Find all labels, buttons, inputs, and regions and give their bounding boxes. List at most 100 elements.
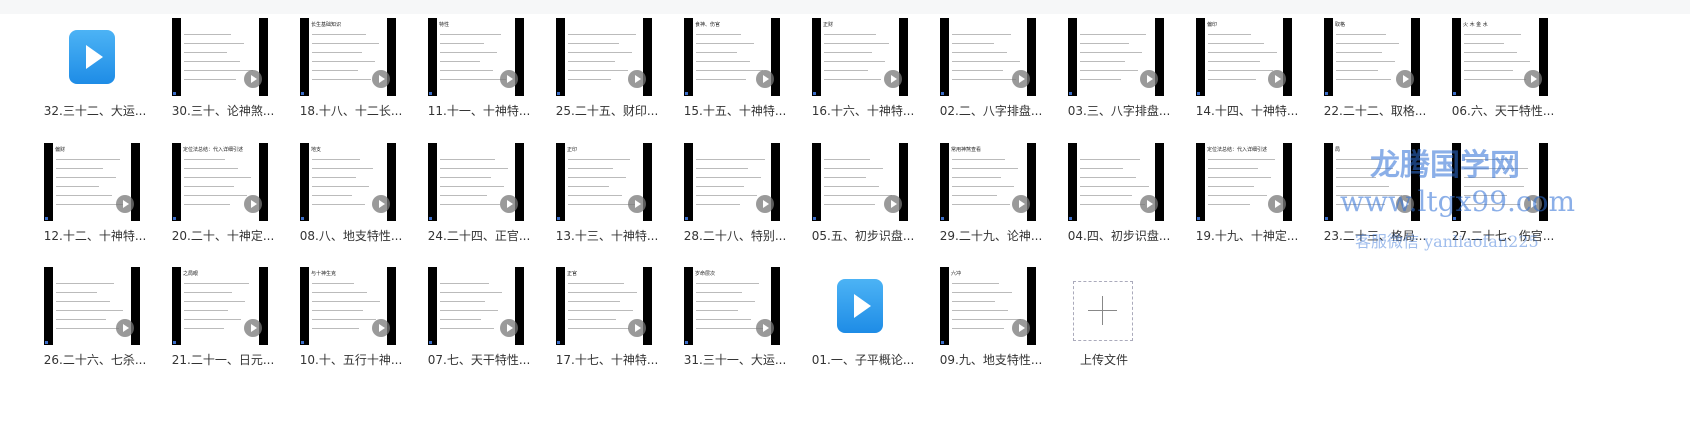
file-name[interactable]: 15.十五、十神特... xyxy=(670,102,800,119)
video-thumbnail[interactable]: 六冲 xyxy=(940,267,1036,345)
play-icon[interactable] xyxy=(1012,195,1030,213)
file-name[interactable]: 26.二十六、七杀... xyxy=(30,351,160,368)
file-tile[interactable]: 长生基础知识 18.十八、十二长... xyxy=(286,18,406,126)
file-tile[interactable]: 岁命层次 31.三十一、大运... xyxy=(670,267,790,375)
play-icon[interactable] xyxy=(1012,319,1030,337)
file-name[interactable]: 06.六、天干特性... xyxy=(1438,102,1568,119)
file-tile[interactable]: 六冲 09.九、地支特性... xyxy=(926,267,1046,375)
play-icon[interactable] xyxy=(756,319,774,337)
file-name[interactable]: 10.十、五行十神... xyxy=(286,351,416,368)
video-thumbnail[interactable] xyxy=(44,267,140,345)
play-icon[interactable] xyxy=(1140,70,1158,88)
file-tile[interactable]: 正印 13.十三、十神特... xyxy=(542,143,662,251)
file-name[interactable]: 17.十七、十神特... xyxy=(542,351,672,368)
file-name[interactable]: 24.二十四、正官... xyxy=(414,227,544,244)
play-icon[interactable] xyxy=(628,195,646,213)
file-tile[interactable]: 偏财 12.十二、十神特... xyxy=(30,143,150,251)
file-name[interactable]: 14.十四、十神特... xyxy=(1182,102,1312,119)
file-name[interactable]: 29.二十九、论神... xyxy=(926,227,1056,244)
video-thumbnail[interactable]: 之局眼 xyxy=(172,267,268,345)
play-icon[interactable] xyxy=(756,195,774,213)
video-thumbnail[interactable]: 火 木 金 水 xyxy=(1452,18,1548,96)
file-tile[interactable]: 与十神生克 10.十、五行十神... xyxy=(286,267,406,375)
file-name[interactable]: 08.八、地支特性... xyxy=(286,227,416,244)
file-tile[interactable]: 24.二十四、正官... xyxy=(414,143,534,251)
file-tile[interactable]: 03.三、八字排盘... xyxy=(1054,18,1174,126)
play-icon[interactable] xyxy=(244,195,262,213)
file-tile[interactable]: 偏印 14.十四、十神特... xyxy=(1182,18,1302,126)
play-icon[interactable] xyxy=(372,70,390,88)
video-thumbnail[interactable]: 长生基础知识 xyxy=(300,18,396,96)
play-icon[interactable] xyxy=(628,319,646,337)
file-name[interactable]: 16.十六、十神特... xyxy=(798,102,928,119)
video-thumbnail[interactable]: 食神、伤官 xyxy=(684,18,780,96)
video-thumbnail[interactable]: 常用神煞查看 xyxy=(940,143,1036,221)
file-name[interactable]: 30.三十、论神煞... xyxy=(158,102,288,119)
file-name[interactable]: 09.九、地支特性... xyxy=(926,351,1056,368)
video-thumbnail[interactable]: 取格 xyxy=(1324,18,1420,96)
file-tile[interactable]: 取格 22.二十二、取格... xyxy=(1310,18,1430,126)
play-icon[interactable] xyxy=(1268,195,1286,213)
file-tile[interactable]: 特性 11.十一、十神特... xyxy=(414,18,534,126)
play-icon[interactable] xyxy=(1524,70,1542,88)
file-tile[interactable]: 正官 17.十七、十神特... xyxy=(542,267,662,375)
play-icon[interactable] xyxy=(372,319,390,337)
video-thumbnail[interactable] xyxy=(172,18,268,96)
video-file-icon[interactable] xyxy=(837,279,883,333)
upload-button[interactable] xyxy=(1073,281,1133,341)
video-thumbnail[interactable]: 正印 xyxy=(556,143,652,221)
play-icon[interactable] xyxy=(628,70,646,88)
video-thumbnail[interactable] xyxy=(1068,143,1164,221)
video-thumbnail[interactable] xyxy=(684,143,780,221)
file-name[interactable]: 20.二十、十神定... xyxy=(158,227,288,244)
file-name[interactable]: 01.一、子平概论... xyxy=(798,351,928,368)
file-tile[interactable]: 26.二十六、七杀... xyxy=(30,267,150,375)
file-name[interactable]: 11.十一、十神特... xyxy=(414,102,544,119)
video-thumbnail[interactable]: 偏财 xyxy=(44,143,140,221)
play-icon[interactable] xyxy=(500,70,518,88)
play-icon[interactable] xyxy=(756,70,774,88)
video-thumbnail[interactable] xyxy=(428,143,524,221)
file-tile[interactable]: 04.四、初步识盘... xyxy=(1054,143,1174,251)
file-tile[interactable]: 02.二、八字排盘... xyxy=(926,18,1046,126)
file-tile[interactable]: 正财 16.十六、十神特... xyxy=(798,18,918,126)
file-name[interactable]: 31.三十一、大运... xyxy=(670,351,800,368)
file-name[interactable]: 32.三十二、大运... xyxy=(30,102,160,119)
file-name[interactable]: 22.二十二、取格... xyxy=(1310,102,1440,119)
file-tile[interactable]: 定位法总结：代入详细引述 19.十九、十神定... xyxy=(1182,143,1302,251)
file-tile[interactable]: 28.二十八、特别... xyxy=(670,143,790,251)
file-tile[interactable]: 之局眼 21.二十一、日元... xyxy=(158,267,278,375)
video-thumbnail[interactable]: 与十神生克 xyxy=(300,267,396,345)
video-thumbnail[interactable]: 定位法总结：代入详细引述 xyxy=(172,143,268,221)
play-icon[interactable] xyxy=(500,195,518,213)
play-icon[interactable] xyxy=(116,319,134,337)
file-name[interactable]: 02.二、八字排盘... xyxy=(926,102,1056,119)
file-tile[interactable]: 常用神煞查看 29.二十九、论神... xyxy=(926,143,1046,251)
play-icon[interactable] xyxy=(244,319,262,337)
play-icon[interactable] xyxy=(884,70,902,88)
play-icon[interactable] xyxy=(500,319,518,337)
file-name[interactable]: 19.十九、十神定... xyxy=(1182,227,1312,244)
video-file-icon[interactable] xyxy=(69,30,115,84)
file-tile[interactable]: 32.三十二、大运... xyxy=(30,18,150,126)
play-icon[interactable] xyxy=(884,195,902,213)
file-tile[interactable]: 地支 08.八、地支特性... xyxy=(286,143,406,251)
file-name[interactable]: 13.十三、十神特... xyxy=(542,227,672,244)
video-thumbnail[interactable]: 岁命层次 xyxy=(684,267,780,345)
file-tile[interactable]: 05.五、初步识盘... xyxy=(798,143,918,251)
video-thumbnail[interactable] xyxy=(940,18,1036,96)
file-name[interactable]: 25.二十五、财印... xyxy=(542,102,672,119)
file-name[interactable]: 21.二十一、日元... xyxy=(158,351,288,368)
video-thumbnail[interactable] xyxy=(556,18,652,96)
file-tile[interactable]: 01.一、子平概论... xyxy=(798,267,918,375)
file-name[interactable]: 03.三、八字排盘... xyxy=(1054,102,1184,119)
file-tile[interactable]: 定位法总结：代入详细引述 20.二十、十神定... xyxy=(158,143,278,251)
file-tile[interactable]: 火 木 金 水 06.六、天干特性... xyxy=(1438,18,1558,126)
video-thumbnail[interactable]: 特性 xyxy=(428,18,524,96)
file-name[interactable]: 18.十八、十二长... xyxy=(286,102,416,119)
play-icon[interactable] xyxy=(1396,70,1414,88)
video-thumbnail[interactable]: 定位法总结：代入详细引述 xyxy=(1196,143,1292,221)
file-name[interactable]: 12.十二、十神特... xyxy=(30,227,160,244)
file-name[interactable]: 28.二十八、特别... xyxy=(670,227,800,244)
play-icon[interactable] xyxy=(244,70,262,88)
